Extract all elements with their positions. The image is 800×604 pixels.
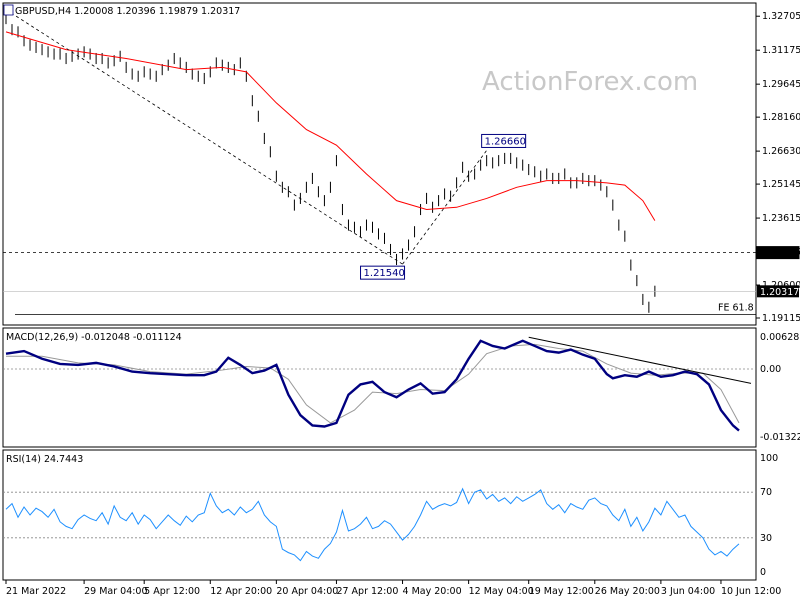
macd-y-tick-label: 0.00 <box>760 364 781 375</box>
rsi-y-tick-label: 100 <box>760 453 778 464</box>
x-tick-label: 12 May 04:00 <box>469 586 534 597</box>
x-tick-label: 12 Apr 20:00 <box>210 586 272 597</box>
price-callout-label: 1.21540 <box>364 268 405 279</box>
chart-window: ActionForex.com 1.32705 1.31175 1.29645 1.28… <box>0 0 800 600</box>
pane-frame-rsi <box>2 449 757 581</box>
price-y-tick-label: 1.28160 <box>762 112 800 123</box>
macd-y-tick-label: -0.013223 <box>760 432 800 443</box>
level-tag-label: 1.22060 <box>760 248 799 259</box>
price-y-tick-label: 1.19115 <box>762 313 800 324</box>
fe-level-label: FE 61.8 <box>718 302 754 313</box>
x-tick-label: 4 May 20:00 <box>403 586 462 597</box>
x-tick-label: 29 Mar 04:00 <box>84 586 147 597</box>
macd-y-tick-label: 0.006285 <box>760 332 800 343</box>
price-callout-label: 1.26660 <box>485 136 526 147</box>
x-tick-label: 19 May 12:00 <box>529 586 594 597</box>
macd-title: MACD(12,26,9) -0.012048 -0.011124 <box>6 332 182 343</box>
price-y-tick-label: 1.23615 <box>762 213 800 224</box>
x-tick-label: 10 Jun 12:00 <box>721 586 781 597</box>
price-y-tick-label: 1.29645 <box>762 79 800 90</box>
price-title: GBPUSD,H4 1.20008 1.20396 1.19879 1.2031… <box>15 6 240 17</box>
x-tick-label: 21 Mar 2022 <box>6 586 66 597</box>
watermark-text: ActionForex.com <box>482 67 698 97</box>
rsi-y-tick-label: 30 <box>760 533 772 544</box>
current-price-tag-label: 1.20317 <box>760 287 799 298</box>
chart-canvas: ActionForex.com 1.32705 1.31175 1.29645 1.28… <box>2 2 800 597</box>
price-y-tick-label: 1.31175 <box>762 45 800 56</box>
rsi-y-tick-label: 0 <box>760 567 766 578</box>
symbol-box <box>3 4 14 16</box>
price-y-tick-label: 1.25145 <box>762 179 800 190</box>
price-y-tick-label: 1.26630 <box>762 146 800 157</box>
x-tick-label: 27 Apr 12:00 <box>336 586 398 597</box>
x-tick-label: 26 May 20:00 <box>595 586 660 597</box>
x-tick-label: 3 Jun 04:00 <box>661 586 715 597</box>
price-y-tick-label: 1.32705 <box>762 11 800 22</box>
x-tick-label: 20 Apr 04:00 <box>276 586 338 597</box>
x-tick-label: 5 Apr 12:00 <box>144 586 200 597</box>
rsi-title: RSI(14) 24.7443 <box>6 454 83 465</box>
rsi-y-tick-label: 70 <box>760 487 772 498</box>
